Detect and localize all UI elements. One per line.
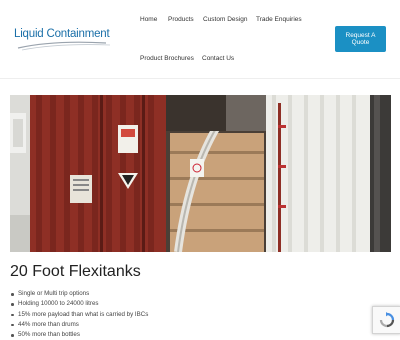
- logo-swoosh-icon: [17, 41, 111, 51]
- logo-text: Liquid Containment: [14, 28, 110, 40]
- logo[interactable]: Liquid Containment: [14, 28, 114, 54]
- nav-products[interactable]: Products: [168, 16, 194, 23]
- nav-trade-enquiries[interactable]: Trade Enquiries: [256, 16, 302, 23]
- hero-image: [10, 95, 391, 252]
- list-item: 50% more than bottles: [10, 330, 148, 340]
- recaptcha-badge[interactable]: [372, 306, 400, 334]
- list-item: Single or Multi trip options: [10, 289, 148, 299]
- site-header: Liquid Containment Home Products Custom …: [0, 0, 400, 79]
- nav-home[interactable]: Home: [140, 16, 157, 23]
- nav-product-brochures[interactable]: Product Brochures: [140, 55, 194, 62]
- request-quote-label: Request A Quote: [345, 31, 376, 47]
- recaptcha-icon: [379, 312, 395, 328]
- container-flexitank-illustration: [10, 95, 391, 252]
- nav-contact-us[interactable]: Contact Us: [202, 55, 234, 62]
- feature-list: Single or Multi trip options Holding 100…: [10, 289, 148, 340]
- nav-custom-design[interactable]: Custom Design: [203, 16, 247, 23]
- list-item: Holding 10000 to 24000 litres: [10, 299, 148, 309]
- request-quote-button[interactable]: Request A Quote: [335, 26, 386, 52]
- list-item: 15% more payload than what is carried by…: [10, 310, 148, 320]
- list-item: 44% more than drums: [10, 320, 148, 330]
- page-title: 20 Foot Flexitanks: [10, 263, 141, 280]
